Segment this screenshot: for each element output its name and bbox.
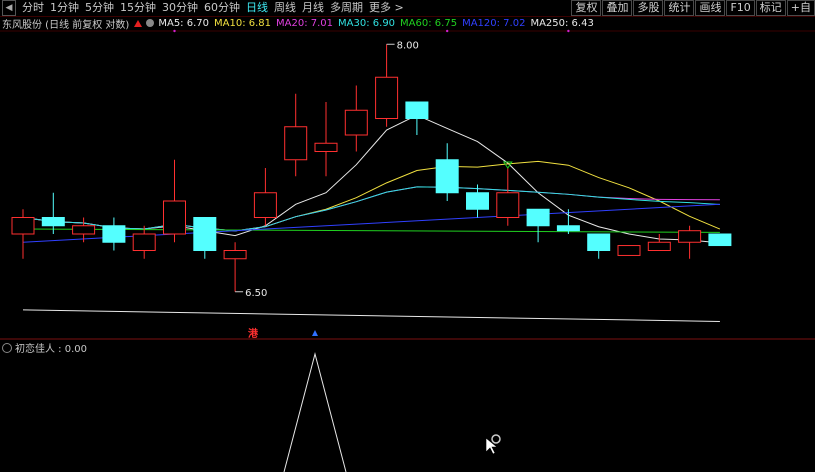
indicator-label: 初恋佳人 : 0.00	[15, 344, 87, 355]
candle-body	[435, 159, 459, 194]
signal-dot	[173, 29, 176, 33]
ma250-line	[22, 309, 720, 322]
candle-body	[375, 76, 399, 119]
candle-body	[72, 225, 96, 235]
candle-body	[496, 192, 520, 218]
hk-marker: 港	[248, 327, 259, 340]
low-price-label: 6.50	[245, 288, 267, 299]
signal-dot	[446, 29, 449, 33]
candle-body	[526, 208, 550, 227]
candlestick-chart[interactable]: 8.00 6.50 港	[0, 0, 815, 472]
candle-body	[556, 225, 580, 232]
candle-body	[223, 250, 247, 260]
candle-body	[41, 217, 65, 227]
candle-body	[617, 245, 641, 256]
candle-body	[647, 241, 671, 251]
busy-indicator-icon	[491, 434, 501, 444]
candle-body	[587, 233, 611, 251]
candle-body	[11, 217, 35, 235]
signal-dot	[567, 29, 570, 33]
candle-body	[132, 233, 156, 251]
ma20-line	[22, 186, 720, 232]
indicator-toggle-icon[interactable]	[2, 342, 12, 353]
ma30-line	[22, 186, 720, 232]
candle-body	[678, 230, 702, 243]
ma120-line	[22, 203, 720, 243]
candle-body	[314, 142, 338, 152]
event-marker-icon	[312, 330, 318, 336]
high-price-label: 8.00	[397, 40, 419, 51]
candle-body	[344, 109, 368, 136]
candle-body	[253, 192, 277, 218]
indicator-legend: 初恋佳人 : 0.00	[2, 340, 87, 355]
moving-average-lines	[22, 114, 721, 322]
candle-body	[708, 233, 732, 247]
ma10-line	[22, 160, 721, 232]
candle-body	[193, 217, 217, 251]
candles-group	[11, 44, 732, 292]
candle-body	[102, 225, 126, 243]
candle-body	[466, 192, 489, 210]
indicator-line	[283, 352, 347, 472]
indicator-group	[283, 352, 501, 472]
candle-body	[163, 200, 186, 235]
candle-body	[405, 101, 429, 119]
candle-body	[284, 126, 308, 161]
annotation-group: 8.00 6.50 港	[173, 29, 570, 340]
